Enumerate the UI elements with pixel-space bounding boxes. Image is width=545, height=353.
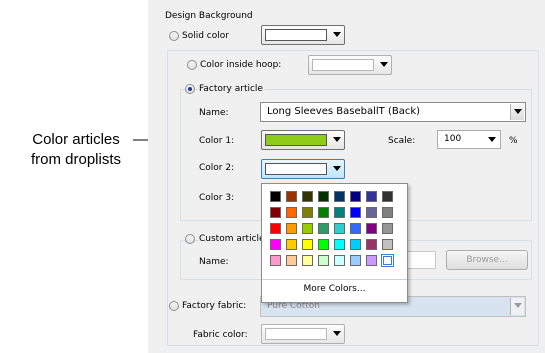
fabric-color-label: Fabric color: (193, 330, 248, 340)
palette-color-swatch[interactable] (366, 239, 377, 250)
palette-color-swatch[interactable] (350, 207, 361, 218)
fabric-color-swatch (265, 328, 327, 340)
custom-article-label[interactable]: Custom article (199, 234, 267, 245)
scale-unit: % (509, 136, 518, 146)
palette-color-swatch[interactable] (302, 255, 313, 266)
chevron-down-icon (333, 137, 341, 142)
solid-color-radio[interactable] (169, 31, 179, 41)
color2-label: Color 2: (199, 163, 235, 173)
palette-color-swatch[interactable] (350, 191, 361, 202)
color1-swatch (265, 134, 327, 146)
color-palette-popup: More Colors... (261, 183, 408, 303)
palette-color-swatch[interactable] (318, 223, 329, 234)
palette-color-swatch[interactable] (381, 254, 394, 267)
solid-color-picker[interactable] (261, 25, 345, 45)
palette-color-swatch[interactable] (366, 223, 377, 234)
palette-color-swatch[interactable] (270, 207, 281, 218)
color1-label: Color 1: (199, 136, 235, 146)
more-colors-divider (262, 279, 407, 280)
custom-article-name-label: Name: (199, 257, 229, 267)
custom-article-radio[interactable] (185, 234, 195, 244)
color2-swatch (265, 163, 327, 175)
palette-color-swatch[interactable] (270, 255, 281, 266)
browse-button[interactable]: Browse... (446, 250, 528, 270)
hoop-color-swatch (312, 59, 374, 71)
palette-color-swatch[interactable] (382, 207, 393, 218)
chevron-down-icon (485, 132, 499, 147)
callout-line-1: Color articles (32, 131, 120, 148)
scale-value: 100 (444, 134, 462, 144)
palette-color-swatch[interactable] (270, 239, 281, 250)
palette-color-swatch[interactable] (334, 207, 345, 218)
article-name-value: Long Sleeves BaseballT (Back) (267, 106, 421, 117)
palette-color-swatch[interactable] (318, 255, 329, 266)
palette-color-swatch[interactable] (270, 223, 281, 234)
palette-color-swatch[interactable] (334, 223, 345, 234)
scale-dropdown[interactable]: 100 (437, 130, 501, 149)
palette-color-swatch[interactable] (318, 207, 329, 218)
palette-color-swatch[interactable] (334, 239, 345, 250)
palette-color-swatch[interactable] (302, 223, 313, 234)
color1-picker[interactable] (261, 130, 345, 150)
more-colors-button[interactable]: More Colors... (262, 283, 407, 295)
palette-color-swatch[interactable] (286, 207, 297, 218)
palette-color-swatch[interactable] (350, 255, 361, 266)
factory-article-label[interactable]: Factory article (199, 84, 265, 95)
palette-color-swatch[interactable] (302, 207, 313, 218)
palette-color-swatch[interactable] (302, 191, 313, 202)
palette-color-swatch[interactable] (366, 191, 377, 202)
scale-label: Scale: (388, 136, 416, 146)
palette-color-swatch[interactable] (302, 239, 313, 250)
chevron-down-icon (333, 331, 341, 336)
palette-color-swatch[interactable] (286, 239, 297, 250)
solid-color-label[interactable]: Solid color (182, 31, 229, 42)
palette-color-swatch[interactable] (286, 191, 297, 202)
callout-line-2: from droplists (30, 151, 122, 168)
palette-color-swatch[interactable] (366, 207, 377, 218)
factory-fabric-radio[interactable] (169, 301, 179, 311)
color-inside-hoop-label[interactable]: Color inside hoop: (200, 60, 281, 71)
fabric-color-picker[interactable] (261, 324, 345, 344)
factory-fabric-label[interactable]: Factory fabric: (182, 301, 246, 312)
solid-color-swatch (265, 29, 327, 41)
article-name-dropdown[interactable]: Long Sleeves BaseballT (Back) (260, 102, 526, 122)
palette-color-swatch[interactable] (286, 223, 297, 234)
chevron-down-icon (510, 104, 524, 120)
color-inside-hoop-radio[interactable] (187, 60, 197, 70)
chevron-down-icon (510, 298, 524, 315)
palette-color-swatch[interactable] (286, 255, 297, 266)
palette-color-swatch[interactable] (334, 255, 345, 266)
design-background-title: Design Background (165, 11, 253, 21)
palette-color-swatch[interactable] (382, 239, 393, 250)
palette-color-swatch[interactable] (334, 191, 345, 202)
factory-article-radio[interactable] (185, 84, 195, 94)
palette-color-swatch[interactable] (350, 223, 361, 234)
palette-color-swatch[interactable] (382, 223, 393, 234)
color2-picker[interactable] (261, 159, 345, 179)
chevron-down-icon (380, 62, 388, 67)
palette-color-swatch[interactable] (318, 239, 329, 250)
palette-color-swatch[interactable] (270, 191, 281, 202)
article-name-label: Name: (199, 108, 229, 118)
palette-color-swatch[interactable] (382, 191, 393, 202)
hoop-color-picker[interactable] (308, 55, 392, 75)
color3-label: Color 3: (199, 193, 235, 203)
palette-color-swatch[interactable] (350, 239, 361, 250)
chevron-down-icon (333, 32, 341, 37)
palette-color-swatch[interactable] (318, 191, 329, 202)
palette-color-swatch[interactable] (366, 255, 377, 266)
chevron-down-icon (333, 166, 341, 171)
